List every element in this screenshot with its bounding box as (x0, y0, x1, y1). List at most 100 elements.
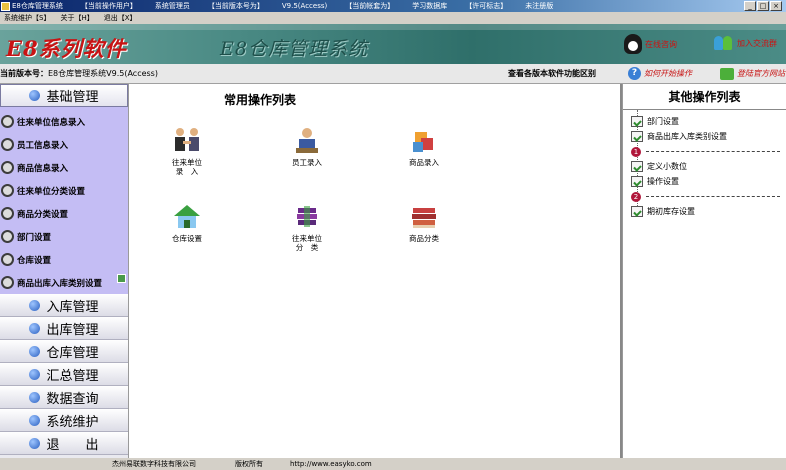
nav-item-contact-category[interactable]: 往来单位分类设置 (0, 179, 128, 202)
copyright-text: 版权所有 (235, 460, 263, 468)
employee-icon (296, 128, 318, 153)
product-icon (413, 132, 433, 152)
official-site-link[interactable]: 登陆官方网站 (720, 67, 785, 80)
nav-section-stock-in[interactable]: 入库管理 (0, 294, 128, 317)
website-icon (720, 67, 734, 80)
checklist-icon (631, 131, 643, 142)
qq-penguin-icon (624, 34, 642, 54)
nav-item-product-category[interactable]: 商品分类设置 (0, 202, 128, 225)
tree-separator-2: 2 (631, 189, 786, 204)
product-name: E8仓库管理系统 (220, 38, 368, 60)
title-version-value: V9.5(Access) (281, 2, 328, 10)
tile-product-entry[interactable]: 商品录入 (391, 126, 457, 167)
center-title: 常用操作列表 (224, 93, 297, 107)
ring-bullet-icon (1, 230, 14, 243)
nav-item-employee-entry[interactable]: 员工信息录入 (0, 133, 128, 156)
ring-bullet-icon (1, 253, 14, 266)
company-name: 杰州易联数字科技有限公司 (112, 460, 196, 468)
title-account-label: 【当前帐套为】 (345, 2, 395, 10)
maximize-button[interactable]: □ (757, 1, 769, 11)
nav-section-maintenance[interactable]: 系统维护 (0, 409, 128, 432)
bullet-icon (29, 414, 41, 426)
separator-badge-icon: 1 (631, 146, 641, 157)
title-version-label: 【当前版本号为】 (207, 2, 264, 10)
checklist-icon (631, 176, 643, 187)
footer: 杰州易联数字科技有限公司 版权所有 http://www.easyko.com (0, 458, 786, 470)
tree-item-opening-stock[interactable]: 期初库存设置 (631, 204, 786, 219)
pin-icon (117, 274, 126, 283)
checklist-icon (631, 116, 643, 127)
title-license-value: 未注册版 (525, 2, 554, 10)
bullet-icon (29, 90, 41, 101)
menubar: 系统维护【S】 关于【H】 退出【X】 (0, 12, 786, 24)
nav-item-contact-unit-entry[interactable]: 往来单位信息录入 (0, 110, 128, 133)
bullet-icon (29, 345, 41, 357)
minimize-button[interactable]: _ (744, 1, 756, 11)
tile-product-category[interactable]: 商品分类 (391, 202, 457, 243)
checklist-icon (631, 206, 643, 217)
ring-bullet-icon (1, 276, 14, 289)
tree-item-decimal-places[interactable]: 定义小数位 (631, 159, 786, 174)
ring-bullet-icon (1, 184, 14, 197)
ring-bullet-icon (1, 138, 14, 151)
tile-contact-unit-entry[interactable]: 往来单位 录 入 (154, 126, 220, 176)
nav-item-department[interactable]: 部门设置 (0, 225, 128, 248)
ring-bullet-icon (1, 161, 14, 174)
tile-contact-unit-category[interactable]: 往来单位 分 类 (274, 202, 340, 252)
tree-separator-1: 1 (631, 144, 786, 159)
version-value: E8仓库管理系统V9.5(Access) (48, 69, 158, 78)
how-to-start-link[interactable]: ? 如何开始操作 (628, 67, 692, 80)
bullet-icon (29, 368, 41, 380)
handshake-icon (175, 128, 199, 151)
tree-item-stock-io-category[interactable]: 商品出库入库类别设置 (631, 129, 786, 144)
info-bar: 当前版本号：E8仓库管理系统V9.5(Access) 查看各版本软件功能区别 ?… (0, 64, 786, 84)
left-nav: 基础管理 往来单位信息录入 员工信息录入 商品信息录入 往来单位分类设置 商品分… (0, 84, 129, 458)
tree-item-department[interactable]: 部门设置 (631, 114, 786, 129)
nav-item-stock-io-category[interactable]: 商品出库入库类别设置 (0, 271, 128, 294)
bullet-icon (29, 391, 41, 403)
nav-item-warehouse[interactable]: 仓库设置 (0, 248, 128, 271)
bullet-icon (29, 437, 41, 449)
window-controls: _ □ × (744, 1, 782, 11)
tile-employee-entry[interactable]: 员工录入 (274, 126, 340, 167)
window-titlebar: E8仓库管理系统 【当前操作用户】 系统管理员 【当前版本号为】 V9.5(Ac… (0, 0, 786, 12)
version-info: 当前版本号：E8仓库管理系统V9.5(Access) (0, 68, 158, 79)
window-title: E8仓库管理系统 (12, 2, 63, 10)
bullet-icon (29, 322, 41, 334)
common-operations-panel: 常用操作列表 往来单位 录 入 员工录入 商品录入 仓库设置 往来单位 分 类 … (129, 84, 622, 458)
nav-section-stock-out[interactable]: 出库管理 (0, 317, 128, 340)
menu-system-maintenance[interactable]: 系统维护【S】 (4, 13, 50, 23)
version-label: 当前版本号： (0, 69, 48, 78)
title-account-value: 学习数据库 (412, 2, 448, 10)
title-user-label: 【当前操作用户】 (80, 2, 137, 10)
menu-about[interactable]: 关于【H】 (60, 13, 93, 23)
nav-section-query[interactable]: 数据查询 (0, 386, 128, 409)
title-license-label: 【许可标志】 (465, 2, 508, 10)
group-people-icon (714, 34, 734, 52)
menu-exit[interactable]: 退出【X】 (104, 13, 137, 23)
close-button[interactable]: × (770, 1, 782, 11)
tree-item-operation-settings[interactable]: 操作设置 (631, 174, 786, 189)
nav-item-product-entry[interactable]: 商品信息录入 (0, 156, 128, 179)
operations-tree: 部门设置 商品出库入库类别设置 1 定义小数位 操作设置 2 期初库存设置 (623, 110, 786, 219)
other-operations-panel: 其他操作列表 部门设置 商品出库入库类别设置 1 定义小数位 操作设置 2 期初… (622, 84, 786, 458)
website-url[interactable]: http://www.easyko.com (290, 460, 372, 468)
nav-section-basic[interactable]: 基础管理 (0, 84, 128, 107)
nav-section-summary[interactable]: 汇总管理 (0, 363, 128, 386)
qq-online-button[interactable]: 在线咨询 (624, 34, 677, 54)
ring-bullet-icon (1, 115, 14, 128)
brand-logo: E8系列软件 (6, 36, 127, 61)
help-icon: ? (628, 67, 641, 80)
basic-submenu: 往来单位信息录入 员工信息录入 商品信息录入 往来单位分类设置 商品分类设置 部… (0, 107, 128, 294)
nav-section-warehouse[interactable]: 仓库管理 (0, 340, 128, 363)
banner: E8系列软件 E8仓库管理系统 在线咨询 加入交流群 (0, 24, 786, 64)
compare-versions-link[interactable]: 查看各版本软件功能区别 (508, 68, 596, 79)
nav-section-exit[interactable]: 退 出 (0, 432, 128, 455)
app-icon (1, 1, 10, 11)
separator-badge-icon: 2 (631, 191, 641, 202)
bullet-icon (29, 299, 41, 311)
qq-group-button[interactable]: 加入交流群 (714, 34, 777, 52)
ring-bullet-icon (1, 207, 14, 220)
book-stack-icon (297, 206, 317, 227)
tile-warehouse-settings[interactable]: 仓库设置 (154, 202, 220, 243)
